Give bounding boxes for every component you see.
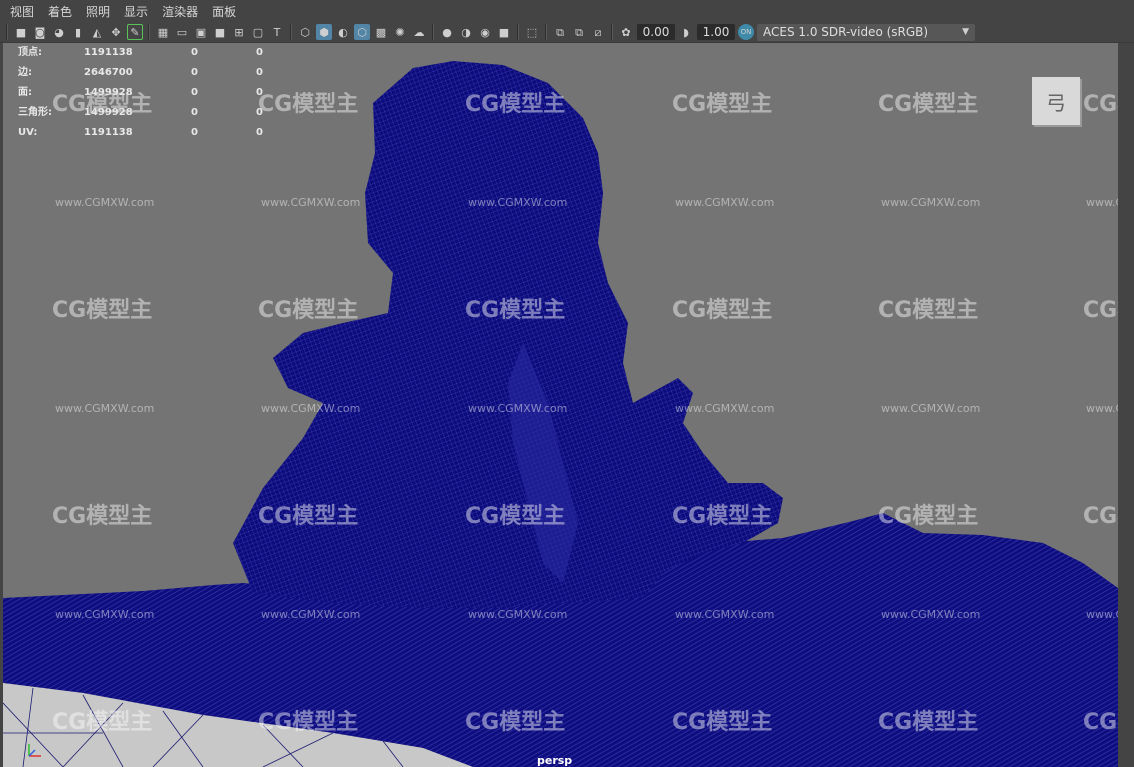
hud-value: 0	[256, 47, 263, 58]
hud-value: 1191138	[84, 127, 133, 138]
viewport-menubar: 视图 着色 照明 显示 渲染器 面板	[0, 0, 1134, 22]
hud-label: UV:	[18, 127, 38, 138]
safe-title-icon[interactable]: T	[269, 24, 285, 40]
camera-select-icon[interactable]: ■	[13, 24, 29, 40]
toolbar-separator	[6, 24, 8, 40]
hud-value: 0	[256, 127, 263, 138]
hud-value: 1499928	[84, 87, 133, 98]
camera-label: persp	[537, 754, 573, 767]
isolate-select-icon[interactable]: ⬚	[524, 24, 540, 40]
hud-value: 0	[191, 127, 198, 138]
image-plane-icon[interactable]: ◭	[89, 24, 105, 40]
depth-of-field-icon[interactable]: ■	[496, 24, 512, 40]
gamma-icon[interactable]: ◗	[678, 24, 694, 40]
hud-row-faces: 面: 1499928 0 0	[18, 83, 276, 103]
motion-blur-icon[interactable]: ◑	[458, 24, 474, 40]
hud-value: 0	[256, 67, 263, 78]
toolbar-separator	[611, 24, 613, 40]
resolution-gate-icon[interactable]: ▣	[193, 24, 209, 40]
hud-value: 2646700	[84, 67, 133, 78]
shadows-icon[interactable]: ☁	[411, 24, 427, 40]
hud-row-triangles: 三角形: 1499928 0 0	[18, 103, 276, 123]
default-material-icon[interactable]: ◐	[335, 24, 351, 40]
hud-value: 0	[191, 107, 198, 118]
bookmark-icon[interactable]: ▮	[70, 24, 86, 40]
field-chart-icon[interactable]: ⊞	[231, 24, 247, 40]
xray-active-components-icon[interactable]: ⧉	[571, 24, 587, 40]
wireframe-icon[interactable]: ⬡	[297, 24, 313, 40]
film-gate-icon[interactable]: ▭	[174, 24, 190, 40]
hud-value: 0	[191, 67, 198, 78]
gamma-field[interactable]: 1.00	[697, 24, 735, 40]
grease-pencil-icon[interactable]: ✎	[127, 24, 143, 40]
xray-icon[interactable]: ⧉	[552, 24, 568, 40]
exposure-icon[interactable]: ✿	[618, 24, 634, 40]
color-management-icon[interactable]: ON	[738, 24, 754, 40]
chevron-down-icon: ▼	[962, 27, 969, 37]
axis-gizmo	[28, 744, 41, 757]
toolbar-separator	[545, 24, 547, 40]
toolbar-separator	[517, 24, 519, 40]
wireframe-on-shaded-icon[interactable]: ⬡	[354, 24, 370, 40]
xray-joints-icon[interactable]: ⧄	[590, 24, 606, 40]
color-space-value: ACES 1.0 SDR-video (sRGB)	[763, 25, 929, 39]
viewport-border-right	[1118, 43, 1134, 767]
hud-value: 0	[191, 47, 198, 58]
camera-attributes-icon[interactable]: ◙	[32, 24, 48, 40]
menu-view[interactable]: 视图	[10, 3, 34, 20]
hud-value: 0	[256, 107, 263, 118]
hud-label: 三角形:	[18, 107, 52, 118]
toolbar-separator	[432, 24, 434, 40]
grid-icon[interactable]: ▦	[155, 24, 171, 40]
poly-count-hud: 顶点: 1191138 0 0 边: 2646700 0 0 面: 149992…	[18, 43, 276, 143]
safe-action-icon[interactable]: ▢	[250, 24, 266, 40]
use-lights-icon[interactable]: ✺	[392, 24, 408, 40]
view-cube[interactable]: 弓	[1032, 77, 1080, 125]
toolbar-separator	[290, 24, 292, 40]
hud-label: 面:	[18, 87, 32, 98]
mesh-wireframe	[3, 61, 1118, 767]
color-space-dropdown[interactable]: ACES 1.0 SDR-video (sRGB) ▼	[757, 23, 975, 41]
hud-row-vertices: 顶点: 1191138 0 0	[18, 43, 276, 63]
hud-label: 边:	[18, 67, 32, 78]
anti-aliasing-icon[interactable]: ◉	[477, 24, 493, 40]
screen-space-ao-icon[interactable]: ●	[439, 24, 455, 40]
textured-icon[interactable]: ▩	[373, 24, 389, 40]
menu-lighting[interactable]: 照明	[86, 3, 110, 20]
hud-value: 1191138	[84, 47, 133, 58]
hud-value: 0	[191, 87, 198, 98]
2d-pan-zoom-icon[interactable]: ✥	[108, 24, 124, 40]
hud-label: 顶点:	[18, 47, 42, 58]
smooth-shade-icon[interactable]: ⬢	[316, 24, 332, 40]
gate-mask-icon[interactable]: ■	[212, 24, 228, 40]
rock-mesh	[233, 61, 783, 608]
viewport-toolbar: ■ ◙ ◕ ▮ ◭ ✥ ✎ ▦ ▭ ▣ ■ ⊞ ▢ T ⬡ ⬢ ◐ ⬡ ▩ ✺ …	[0, 22, 1134, 43]
menu-show[interactable]: 显示	[124, 3, 148, 20]
menu-shading[interactable]: 着色	[48, 3, 72, 20]
hud-row-uv: UV: 1191138 0 0	[18, 123, 276, 143]
toolbar-separator	[148, 24, 150, 40]
bookmarks-icon[interactable]: ◕	[51, 24, 67, 40]
hud-row-edges: 边: 2646700 0 0	[18, 63, 276, 83]
hud-value: 1499928	[84, 107, 133, 118]
menu-renderer[interactable]: 渲染器	[162, 3, 198, 20]
hud-value: 0	[256, 87, 263, 98]
3d-viewport[interactable]	[3, 43, 1118, 767]
menu-panels[interactable]: 面板	[212, 3, 236, 20]
exposure-field[interactable]: 0.00	[637, 24, 675, 40]
